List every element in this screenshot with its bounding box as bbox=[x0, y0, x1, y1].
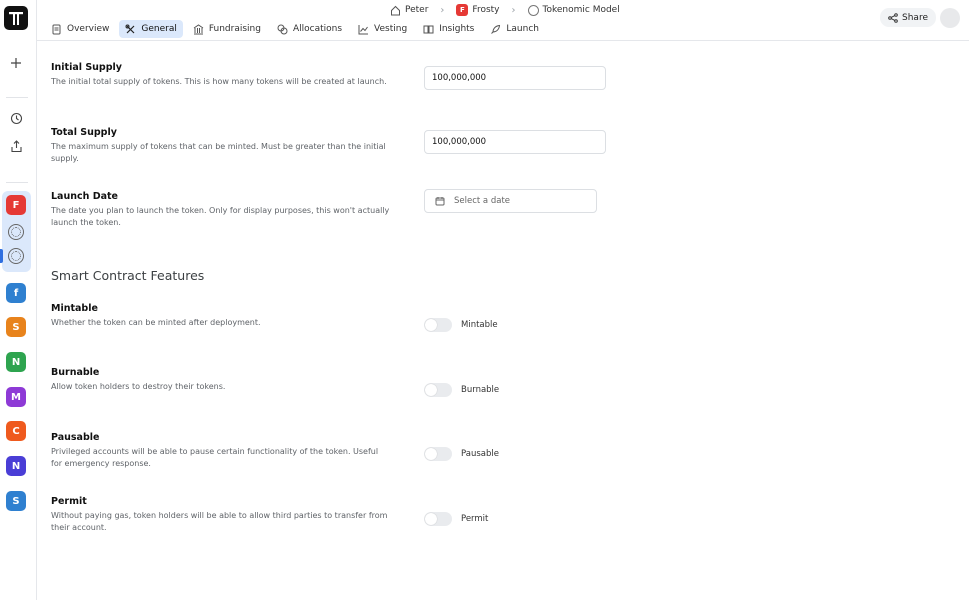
project-letter: N bbox=[11, 460, 21, 472]
project-avatar[interactable]: S bbox=[6, 317, 26, 337]
model-icon bbox=[527, 4, 539, 16]
rocket-icon bbox=[491, 24, 501, 34]
project-letter: C bbox=[12, 425, 20, 437]
toggle-label: Pausable bbox=[461, 449, 499, 459]
document-icon bbox=[52, 24, 61, 34]
tab-overview[interactable]: Overview bbox=[45, 20, 115, 38]
input-value: 100,000,000 bbox=[432, 73, 487, 83]
history-icon[interactable] bbox=[6, 108, 26, 128]
tab-vesting[interactable]: Vesting bbox=[352, 20, 413, 38]
model-icon[interactable] bbox=[8, 224, 24, 240]
user-avatar[interactable] bbox=[940, 8, 960, 28]
breadcrumb-model-label: Tokenomic Model bbox=[542, 5, 620, 15]
feature-label: Mintable bbox=[51, 303, 98, 314]
home-icon bbox=[391, 5, 400, 15]
share-label: Share bbox=[902, 12, 928, 23]
input-value: 100,000,000 bbox=[432, 137, 487, 147]
tab-launch[interactable]: Launch bbox=[484, 20, 545, 38]
field-description: The date you plan to launch the token. O… bbox=[51, 206, 390, 227]
feature-label: Burnable bbox=[51, 367, 100, 378]
project-letter: S bbox=[12, 495, 20, 507]
project-avatar[interactable]: C bbox=[6, 421, 26, 441]
initial-supply-input[interactable]: 100,000,000 bbox=[424, 66, 606, 90]
sidebar-divider bbox=[6, 97, 28, 98]
project-letter: F bbox=[12, 199, 20, 211]
tab-label: General bbox=[141, 24, 177, 34]
tab-label: Overview bbox=[67, 24, 110, 34]
permit-toggle[interactable] bbox=[424, 512, 452, 526]
project-letter: S bbox=[12, 321, 20, 333]
logo-icon bbox=[9, 12, 23, 25]
field-description: The maximum supply of tokens that can be… bbox=[51, 142, 386, 163]
permit-row: Permit Without paying gas, token holders… bbox=[51, 496, 611, 534]
pausable-row: Pausable Privileged accounts will be abl… bbox=[51, 432, 611, 470]
breadcrumb-project-label: Frosty bbox=[472, 5, 500, 15]
project-avatar[interactable]: f bbox=[6, 283, 26, 303]
tab-label: Vesting bbox=[374, 24, 408, 34]
tab-label: Allocations bbox=[292, 24, 343, 34]
field-description: The initial total supply of tokens. This… bbox=[51, 77, 387, 86]
calendar-icon bbox=[435, 197, 445, 206]
sidebar: F f S N M C N S bbox=[0, 0, 37, 600]
app-logo[interactable] bbox=[4, 6, 28, 30]
section-title: Smart Contract Features bbox=[51, 268, 205, 283]
project-avatar[interactable]: S bbox=[6, 491, 26, 511]
breadcrumb-model[interactable]: Tokenomic Model bbox=[527, 4, 620, 16]
burnable-toggle[interactable] bbox=[424, 383, 452, 397]
tab-insights[interactable]: Insights bbox=[417, 20, 480, 38]
tab-general[interactable]: General bbox=[119, 20, 183, 38]
share-icon bbox=[888, 12, 898, 23]
coins-icon bbox=[277, 24, 288, 34]
pausable-toggle[interactable] bbox=[424, 447, 452, 461]
date-placeholder: Select a date bbox=[454, 196, 511, 206]
project-letter: N bbox=[11, 356, 21, 368]
mintable-toggle[interactable] bbox=[424, 318, 452, 332]
breadcrumb-user[interactable]: Peter bbox=[390, 5, 428, 16]
launch-date-picker[interactable]: Select a date bbox=[424, 189, 597, 213]
export-icon[interactable] bbox=[6, 136, 26, 156]
feature-description: Allow token holders to destroy their tok… bbox=[51, 382, 226, 391]
toggle-label: Permit bbox=[461, 514, 489, 524]
mintable-row: Mintable Whether the token can be minted… bbox=[51, 303, 611, 329]
model-icon[interactable] bbox=[8, 248, 24, 264]
chevron-right-icon: › bbox=[440, 4, 445, 16]
feature-label: Pausable bbox=[51, 432, 100, 443]
tab-bar: Overview General Fundraising Allocations… bbox=[45, 20, 545, 38]
project-avatar[interactable]: N bbox=[6, 352, 26, 372]
chart-icon bbox=[358, 24, 369, 34]
breadcrumb-user-label: Peter bbox=[405, 5, 429, 15]
breadcrumb: Peter › F Frosty › Tokenomic Model bbox=[390, 2, 620, 18]
project-letter: M bbox=[11, 391, 21, 403]
tools-icon bbox=[125, 24, 135, 33]
tab-fundraising[interactable]: Fundraising bbox=[187, 20, 267, 38]
project-avatar[interactable]: M bbox=[6, 387, 26, 407]
feature-description: Whether the token can be minted after de… bbox=[51, 318, 261, 327]
tab-label: Launch bbox=[506, 24, 539, 34]
project-badge: F bbox=[456, 4, 469, 16]
top-bar: Peter › F Frosty › Tokenomic Model Overv… bbox=[37, 0, 969, 41]
breadcrumb-project[interactable]: F Frosty bbox=[456, 4, 500, 16]
toggle-label: Mintable bbox=[461, 320, 498, 330]
plus-icon[interactable] bbox=[6, 53, 26, 73]
book-icon bbox=[423, 25, 434, 33]
burnable-row: Burnable Allow token holders to destroy … bbox=[51, 367, 611, 393]
project-avatar[interactable]: F bbox=[6, 195, 26, 215]
tab-allocations[interactable]: Allocations bbox=[271, 20, 348, 38]
bank-icon bbox=[193, 23, 204, 34]
total-supply-input[interactable]: 100,000,000 bbox=[424, 130, 606, 154]
chevron-right-icon: › bbox=[511, 4, 516, 16]
active-indicator bbox=[0, 249, 3, 263]
toggle-label: Burnable bbox=[461, 385, 500, 395]
tab-label: Fundraising bbox=[208, 24, 261, 34]
feature-description: Privileged accounts will be able to paus… bbox=[51, 447, 379, 468]
tab-label: Insights bbox=[439, 24, 475, 34]
project-avatar[interactable]: N bbox=[6, 456, 26, 476]
sidebar-divider bbox=[6, 182, 28, 183]
project-letter: f bbox=[13, 287, 19, 299]
feature-description: Without paying gas, token holders will b… bbox=[51, 511, 388, 532]
feature-label: Permit bbox=[51, 496, 87, 507]
share-button[interactable]: Share bbox=[880, 8, 936, 27]
